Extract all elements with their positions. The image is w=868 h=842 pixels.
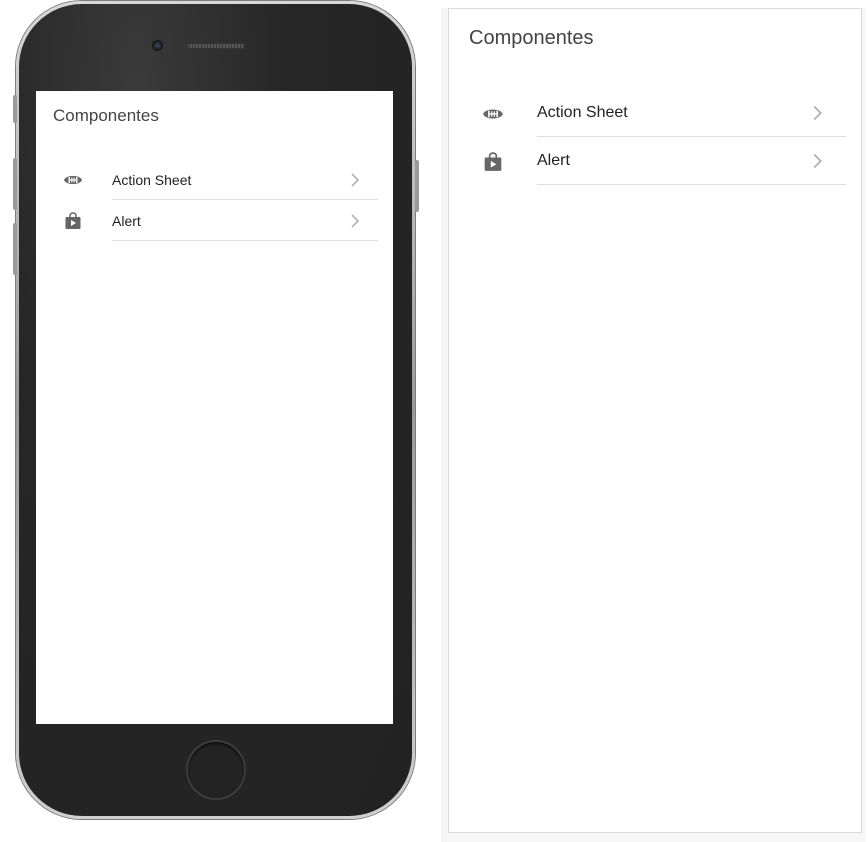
phone-speaker xyxy=(187,43,245,49)
list-item-alert[interactable]: Alert xyxy=(449,137,861,185)
list-item-action-sheet[interactable]: Action Sheet xyxy=(36,159,393,200)
chevron-right-icon xyxy=(350,213,360,229)
play-store-bag-icon xyxy=(481,150,505,174)
phone-power-button xyxy=(415,160,419,212)
phone-home-button xyxy=(188,742,244,798)
page-title: Componentes xyxy=(469,27,594,49)
list-divider xyxy=(112,240,378,241)
list-item-label: Alert xyxy=(112,213,141,229)
list-divider xyxy=(537,184,846,185)
play-store-bag-icon xyxy=(62,210,84,232)
components-list: Action Sheet Alert xyxy=(449,89,861,185)
chevron-right-icon xyxy=(812,104,823,122)
list-item-label: Action Sheet xyxy=(537,104,628,121)
phone-camera xyxy=(152,40,163,51)
chevron-right-icon xyxy=(812,152,823,170)
list-item-action-sheet[interactable]: Action Sheet xyxy=(449,89,861,137)
list-item-alert[interactable]: Alert xyxy=(36,200,393,241)
phone-volume-down-button xyxy=(13,223,17,275)
phone-screen: Componentes Action Sheet Alert xyxy=(36,91,393,724)
page-title: Componentes xyxy=(53,106,159,125)
list-item-label: Action Sheet xyxy=(112,172,192,188)
list-item-label: Alert xyxy=(537,152,570,169)
chevron-right-icon xyxy=(350,172,360,188)
components-list: Action Sheet Alert xyxy=(36,159,393,241)
phone-mute-switch xyxy=(13,95,17,123)
phone-volume-up-button xyxy=(13,158,17,210)
football-icon xyxy=(481,102,505,126)
preview-panel: Componentes Action Sheet Alert xyxy=(448,8,862,833)
football-icon xyxy=(62,169,84,191)
